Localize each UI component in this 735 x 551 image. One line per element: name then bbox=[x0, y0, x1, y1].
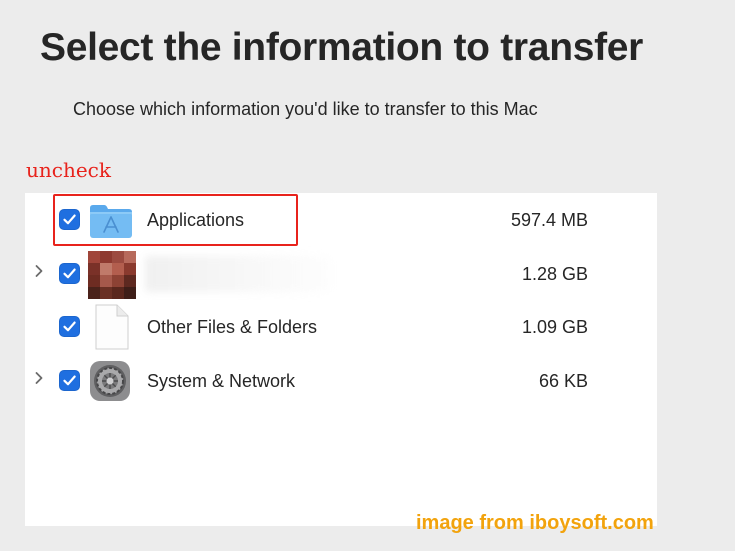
checkmark-icon bbox=[63, 321, 76, 332]
annotation-label: uncheck bbox=[26, 158, 111, 182]
chevron-right-icon[interactable] bbox=[32, 371, 46, 389]
applications-highlight-box bbox=[53, 194, 298, 246]
item-size-system-network: 66 KB bbox=[538, 371, 588, 391]
list-item-system-network: System & Network 66 KB bbox=[25, 355, 657, 407]
page-title: Select the information to transfer bbox=[40, 26, 644, 69]
document-icon bbox=[88, 303, 134, 351]
list-item-other-files: Other Files & Folders 1.09 GB bbox=[25, 301, 657, 353]
source-watermark: image from iboysoft.com bbox=[416, 512, 654, 534]
item-size-other-files: 1.09 GB bbox=[521, 317, 588, 337]
checkmark-icon bbox=[63, 268, 76, 279]
checkmark-icon bbox=[63, 375, 76, 386]
item-size-user: 1.28 GB bbox=[521, 264, 588, 284]
other-files-checkbox[interactable] bbox=[59, 316, 80, 337]
item-label-system-network: System & Network bbox=[147, 371, 296, 391]
system-network-checkbox[interactable] bbox=[59, 370, 80, 391]
item-size-applications: 597.4 MB bbox=[510, 210, 588, 230]
page-subtitle: Choose which information you'd like to t… bbox=[73, 99, 538, 119]
user-avatar-icon bbox=[88, 251, 136, 299]
chevron-right-icon[interactable] bbox=[32, 264, 46, 282]
user-checkbox[interactable] bbox=[59, 263, 80, 284]
blurred-user-name bbox=[145, 256, 330, 292]
list-item-user: 1.28 GB bbox=[25, 248, 657, 300]
item-label-other-files: Other Files & Folders bbox=[147, 317, 318, 337]
system-preferences-gear-icon bbox=[88, 357, 134, 405]
